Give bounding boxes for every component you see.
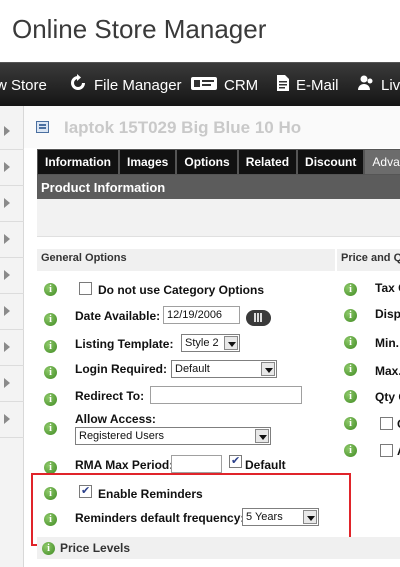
login-required-select[interactable]: Default	[171, 360, 277, 378]
info-icon[interactable]: i	[42, 542, 55, 555]
chevron-right-icon	[4, 198, 10, 208]
login-required-value: Default	[175, 363, 210, 375]
chevron-right-icon	[4, 342, 10, 352]
info-icon[interactable]: i	[44, 422, 57, 435]
users-icon	[357, 74, 375, 96]
product-name: Iaptok 15T029 Big Blue 10 Ho	[64, 118, 302, 137]
price-checkbox-1[interactable]	[380, 417, 393, 430]
sidebar-item[interactable]	[0, 150, 24, 186]
rma-max-period-input[interactable]	[171, 455, 222, 473]
nav-store-label: w Store	[0, 76, 47, 94]
listing-template-value: Style 2	[185, 337, 219, 349]
chevron-right-icon	[4, 126, 10, 136]
tab-advanced[interactable]: Advan	[364, 149, 400, 175]
login-required-label: Login Required:	[75, 362, 167, 376]
info-icon[interactable]: i	[44, 393, 57, 406]
file-manager-icon	[68, 73, 88, 97]
nav-file-manager[interactable]: File Manager	[68, 63, 182, 107]
general-options-header: General Options	[37, 249, 335, 271]
price-checkbox-2[interactable]	[380, 444, 393, 457]
chevron-down-icon	[224, 336, 238, 350]
listing-template-label: Listing Template:	[75, 337, 174, 351]
sidebar-item[interactable]	[0, 366, 24, 402]
no-category-options-label: Do not use Category Options	[98, 283, 265, 297]
crm-icon	[190, 73, 218, 97]
price-header: Price and Q	[337, 249, 400, 271]
product-icon	[36, 121, 49, 133]
sidebar	[0, 106, 24, 567]
rma-default-label: Default	[245, 458, 286, 472]
max-label: Max.	[375, 364, 400, 378]
calendar-icon[interactable]	[246, 310, 271, 326]
app-title: Online Store Manager	[12, 14, 267, 44]
app-header: Online Store Manager	[0, 0, 400, 62]
display-label: Displ	[375, 307, 400, 321]
redirect-to-input[interactable]	[150, 386, 302, 404]
sidebar-item[interactable]	[0, 294, 24, 330]
nav-crm[interactable]: CRM	[190, 63, 258, 107]
main-nav: w Store File Manager CRM E-Mail Liv	[0, 62, 400, 106]
sidebar-item[interactable]	[0, 402, 24, 438]
product-title-row: Iaptok 15T029 Big Blue 10 Ho	[24, 106, 400, 148]
info-icon[interactable]: i	[344, 336, 357, 349]
chevron-down-icon	[255, 429, 269, 443]
info-icon[interactable]: i	[344, 283, 357, 296]
redirect-to-label: Redirect To:	[75, 389, 145, 403]
tab-related[interactable]: Related	[237, 149, 298, 175]
nav-email[interactable]: E-Mail	[276, 63, 339, 107]
chevron-right-icon	[4, 162, 10, 172]
info-icon[interactable]: i	[44, 340, 57, 353]
sidebar-item[interactable]	[0, 222, 24, 258]
sidebar-item[interactable]	[0, 114, 24, 150]
section-title: Product Information	[37, 175, 400, 199]
no-category-options-checkbox[interactable]	[79, 282, 92, 295]
nav-live[interactable]: Liv	[357, 63, 400, 107]
info-icon[interactable]: i	[344, 417, 357, 430]
tab-images[interactable]: Images	[119, 149, 177, 175]
chevron-right-icon	[4, 270, 10, 280]
info-icon[interactable]: i	[344, 363, 357, 376]
chevron-right-icon	[4, 234, 10, 244]
info-icon[interactable]: i	[344, 444, 357, 457]
info-icon[interactable]: i	[344, 390, 357, 403]
sidebar-item[interactable]	[0, 186, 24, 222]
tax-class-label: Tax C	[375, 281, 400, 295]
tab-options[interactable]: Options	[176, 149, 238, 175]
sidebar-item[interactable]	[0, 330, 24, 366]
rma-default-checkbox[interactable]	[229, 454, 242, 468]
nav-live-label: Liv	[381, 76, 400, 94]
date-available-label: Date Available:	[75, 309, 161, 323]
listing-template-select[interactable]: Style 2	[181, 334, 240, 352]
nav-email-label: E-Mail	[296, 76, 339, 94]
highlight-annotation	[31, 473, 351, 546]
sidebar-item[interactable]	[0, 258, 24, 294]
allow-access-label: Allow Access:	[75, 412, 156, 426]
qty-label: Qty C	[375, 390, 400, 404]
rma-max-period-label: RMA Max Period:	[75, 458, 174, 472]
chevron-right-icon	[4, 306, 10, 316]
nav-store[interactable]: w Store	[0, 63, 47, 107]
chevron-right-icon	[4, 414, 10, 424]
info-icon[interactable]: i	[44, 283, 57, 296]
tab-discount[interactable]: Discount	[297, 149, 365, 175]
nav-crm-label: CRM	[224, 76, 259, 94]
product-tabs: Information Images Options Related Disco…	[37, 149, 400, 175]
chevron-down-icon	[261, 362, 275, 376]
info-area	[37, 199, 400, 237]
allow-access-value: Registered Users	[79, 430, 164, 442]
tab-information[interactable]: Information	[37, 149, 119, 175]
chevron-right-icon	[4, 378, 10, 388]
allow-access-select[interactable]: Registered Users	[75, 427, 271, 445]
min-label: Min.	[375, 336, 399, 350]
date-available-input[interactable]: 12/19/2006	[163, 306, 240, 324]
info-icon[interactable]: i	[44, 313, 57, 326]
nav-file-manager-label: File Manager	[94, 76, 182, 94]
price-levels-label: Price Levels	[60, 541, 131, 555]
info-icon[interactable]: i	[344, 309, 357, 322]
info-icon[interactable]: i	[44, 366, 57, 379]
document-icon	[276, 74, 290, 96]
